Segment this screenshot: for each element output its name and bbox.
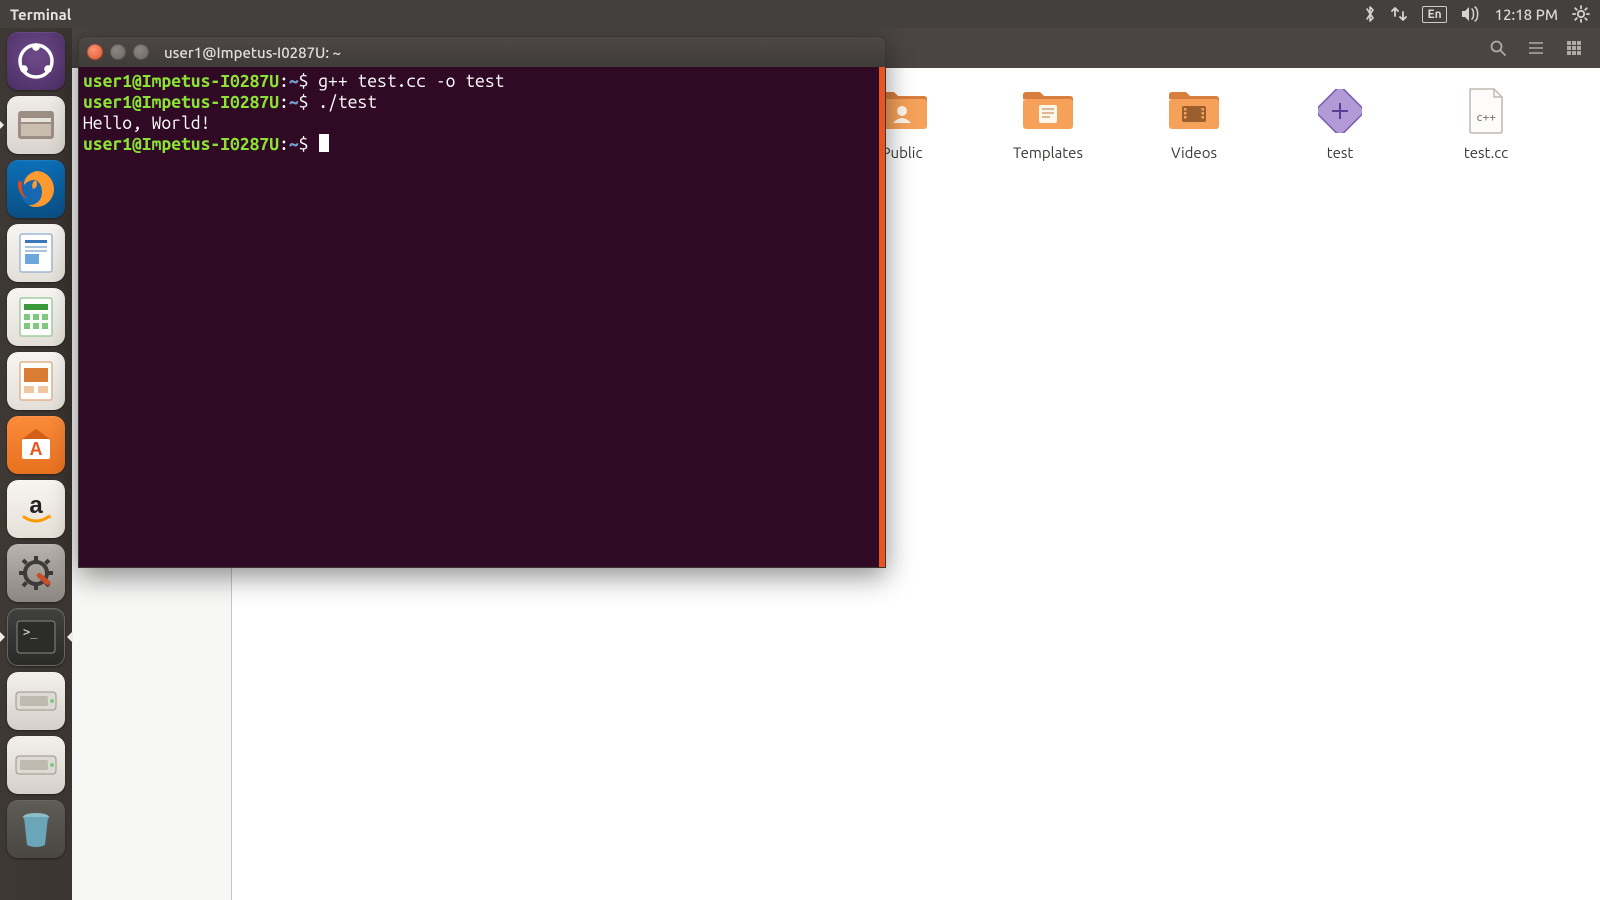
window-minimize-button[interactable] xyxy=(110,44,126,60)
terminal-titlebar[interactable]: user1@Impetus-I0287U: ~ xyxy=(79,37,885,67)
volume-icon[interactable] xyxy=(1461,6,1481,22)
drive2-icon[interactable] xyxy=(7,736,65,794)
firefox-icon[interactable] xyxy=(7,160,65,218)
window-close-button[interactable] xyxy=(87,44,103,60)
trash-icon[interactable] xyxy=(7,800,65,858)
bluetooth-icon[interactable] xyxy=(1364,5,1376,23)
window-maximize-button[interactable] xyxy=(133,44,149,60)
grid-view-icon[interactable] xyxy=(1560,37,1588,59)
files-icon[interactable] xyxy=(7,96,65,154)
writer-icon[interactable] xyxy=(7,224,65,282)
file-label: Videos xyxy=(1144,144,1244,161)
top-menubar: Terminal En 12:18 PM xyxy=(0,0,1600,28)
dash-icon[interactable] xyxy=(7,32,65,90)
session-gear-icon[interactable] xyxy=(1572,5,1590,23)
svg-text:A: A xyxy=(30,439,43,459)
svg-text:a: a xyxy=(29,492,43,519)
svg-text:>_: >_ xyxy=(23,625,38,639)
svg-text:c++: c++ xyxy=(1476,111,1496,124)
file-item[interactable]: Videos xyxy=(1144,84,1244,161)
folder-videos-icon xyxy=(1144,84,1244,138)
folder-templates-icon xyxy=(998,84,1098,138)
search-icon[interactable] xyxy=(1484,37,1512,59)
impress-icon[interactable] xyxy=(7,352,65,410)
terminal-window-title: user1@Impetus-I0287U: ~ xyxy=(164,44,341,61)
language-indicator[interactable]: En xyxy=(1422,6,1446,23)
file-label: test.cc xyxy=(1436,144,1536,161)
active-app-title: Terminal xyxy=(10,6,71,23)
drive1-icon[interactable] xyxy=(7,672,65,730)
unity-launcher: A a >_ xyxy=(0,28,72,900)
source-cpp-icon: c++ xyxy=(1436,84,1536,138)
terminal-window[interactable]: user1@Impetus-I0287U: ~ user1@Impetus-I0… xyxy=(78,36,886,568)
file-item[interactable]: Templates xyxy=(998,84,1098,161)
terminal-icon[interactable]: >_ xyxy=(7,608,65,666)
list-view-icon[interactable] xyxy=(1522,37,1550,59)
file-item[interactable]: c++ test.cc xyxy=(1436,84,1536,161)
software-icon[interactable]: A xyxy=(7,416,65,474)
file-item[interactable]: test xyxy=(1290,84,1390,161)
calc-icon[interactable] xyxy=(7,288,65,346)
executable-icon xyxy=(1290,84,1390,138)
network-icon[interactable] xyxy=(1390,6,1408,22)
terminal-body[interactable]: user1@Impetus-I0287U:~$ g++ test.cc -o t… xyxy=(79,67,885,159)
amazon-icon[interactable]: a xyxy=(7,480,65,538)
settings-icon[interactable] xyxy=(7,544,65,602)
file-label: test xyxy=(1290,144,1390,161)
file-grid: Public Templates Videos test c++ test.cc xyxy=(852,84,1536,161)
terminal-scrollbar[interactable] xyxy=(879,67,885,567)
clock[interactable]: 12:18 PM xyxy=(1495,6,1558,23)
file-label: Templates xyxy=(998,144,1098,161)
